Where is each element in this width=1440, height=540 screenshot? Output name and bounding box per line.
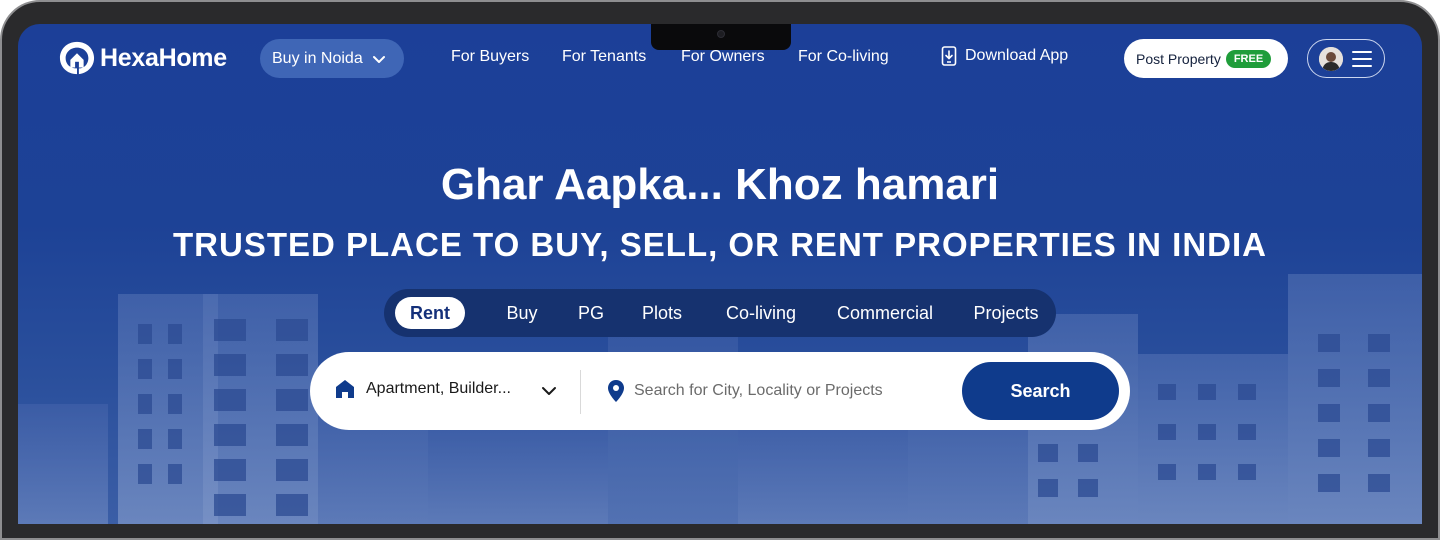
location-search-input[interactable] — [634, 378, 954, 404]
phone-download-icon — [941, 46, 957, 66]
tab-rent[interactable]: Rent — [395, 297, 465, 329]
post-property-button[interactable]: Post Property FREE — [1124, 39, 1288, 78]
nav-for-tenants[interactable]: For Tenants — [562, 48, 646, 66]
tab-buy[interactable]: Buy — [497, 297, 547, 329]
chevron-down-icon[interactable] — [540, 382, 558, 400]
chevron-down-icon — [372, 55, 385, 63]
divider — [580, 370, 581, 414]
hero-subtitle: TRUSTED PLACE TO BUY, SELL, OR RENT PROP… — [173, 226, 1267, 263]
screen: HexaHome Buy in Noida For Buyers For Ten… — [18, 24, 1422, 524]
post-property-label: Post Property — [1136, 50, 1221, 67]
brand-logo[interactable]: HexaHome — [58, 40, 227, 76]
search-bar: Apartment, Builder... Search — [310, 352, 1130, 430]
home-icon — [336, 380, 354, 398]
hamburger-menu-icon — [1352, 50, 1372, 67]
nav-for-buyers[interactable]: For Buyers — [451, 48, 529, 66]
camera-icon — [717, 30, 725, 38]
camera-notch — [651, 24, 791, 50]
nav-for-co-living[interactable]: For Co-living — [798, 48, 889, 66]
hero-title: Ghar Aapka... Khoz hamari — [440, 160, 1000, 209]
download-app-link[interactable]: Download App — [941, 46, 1068, 66]
tab-commercial[interactable]: Commercial — [830, 297, 940, 329]
tab-co-living[interactable]: Co-living — [716, 297, 806, 329]
property-type-value: Apartment, Builder... — [366, 380, 511, 397]
download-app-label: Download App — [965, 47, 1069, 64]
free-badge: FREE — [1225, 49, 1272, 68]
tab-plots[interactable]: Plots — [634, 297, 690, 329]
property-category-tabs: Rent Buy PG Plots Co-living Commercial P… — [384, 289, 1056, 337]
tab-pg[interactable]: PG — [571, 297, 611, 329]
city-selector-label: Buy in Noida — [272, 49, 363, 67]
avatar — [1319, 46, 1343, 71]
brand-name: HexaHome — [100, 43, 227, 72]
city-selector[interactable]: Buy in Noida — [260, 39, 404, 78]
search-button[interactable]: Search — [962, 362, 1119, 420]
nav-for-owners[interactable]: For Owners — [681, 48, 765, 66]
logo-house-icon — [59, 41, 95, 75]
tab-projects[interactable]: Projects — [964, 297, 1048, 329]
location-pin-icon — [608, 380, 624, 402]
property-type-select[interactable]: Apartment, Builder... — [334, 378, 526, 400]
profile-menu-button[interactable] — [1307, 39, 1385, 78]
